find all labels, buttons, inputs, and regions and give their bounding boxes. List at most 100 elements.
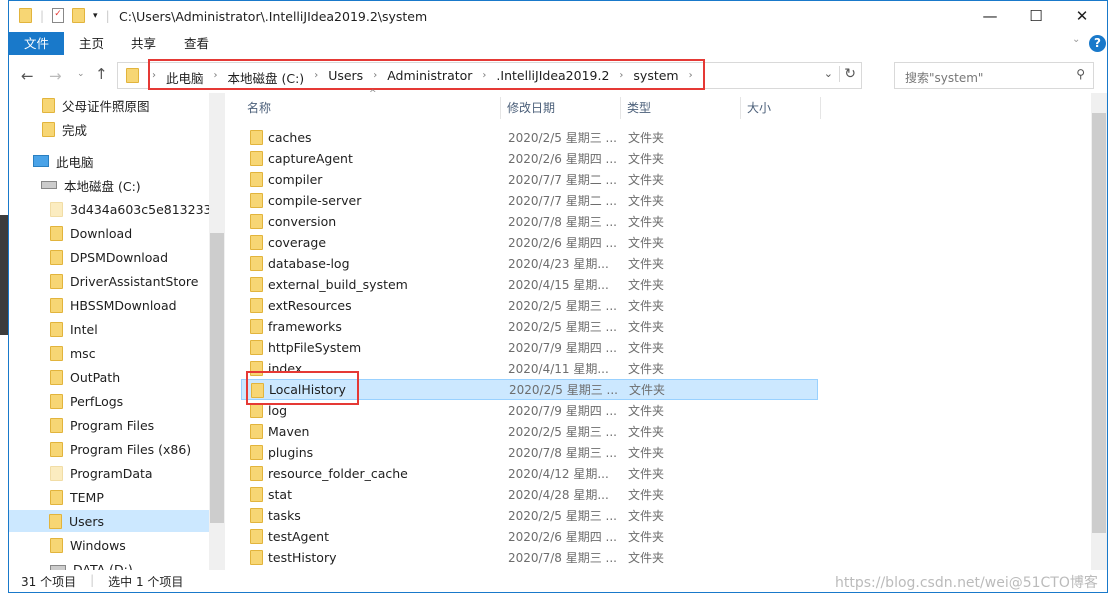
nav-item[interactable]: Download [50,222,132,244]
folder-icon [250,529,263,544]
file-row[interactable]: captureAgent 2020/2/6 星期四 ... 文件夹 [241,148,818,169]
refresh-icon[interactable]: ↻ [839,66,856,82]
nav-item[interactable]: Intel [50,318,98,340]
nav-scrollbar[interactable] [209,93,225,570]
file-row[interactable]: coverage 2020/2/6 星期四 ... 文件夹 [241,232,818,253]
folder-icon [50,345,63,361]
file-row[interactable]: compile-server 2020/7/7 星期二 ... 文件夹 [241,190,818,211]
file-row[interactable]: database-log 2020/4/23 星期... 文件夹 [241,253,818,274]
nav-item[interactable]: OutPath [50,366,120,388]
file-type: 文件夹 [628,152,665,166]
back-button[interactable]: ← [21,67,34,85]
file-row[interactable]: plugins 2020/7/8 星期三 ... 文件夹 [241,442,818,463]
nav-item-label: 父母证件照原图 [62,98,150,114]
nav-item[interactable]: ProgramData [50,462,153,484]
nav-item[interactable]: 父母证件照原图 [42,94,150,116]
file-type: 文件夹 [628,551,665,565]
tab-view[interactable]: 查看 [184,32,209,55]
drive-icon [50,565,66,570]
file-list: 名称 ^ 修改日期 类型 大小 caches 2020/2/5 星期三 ... … [233,89,1091,570]
nav-item[interactable]: 3d434a603c5e813233e1 [50,198,225,220]
folder-icon [250,403,263,418]
address-dropdown-icon[interactable]: ⌄ [824,67,833,80]
file-list-scrollbar[interactable] [1091,93,1107,570]
file-type: 文件夹 [628,278,665,292]
search-icon: ⚲ [1076,67,1085,81]
file-date: 2020/4/28 星期... [508,488,609,502]
folder-icon [250,445,263,460]
nav-item[interactable]: DriverAssistantStore [50,270,198,292]
forward-button[interactable]: → [49,67,62,85]
file-row[interactable]: stat 2020/4/28 星期... 文件夹 [241,484,818,505]
column-date[interactable]: 修改日期 [501,97,621,119]
file-row[interactable]: conversion 2020/7/8 星期三 ... 文件夹 [241,211,818,232]
folder-icon [50,297,63,313]
folder-icon [50,537,63,553]
file-row[interactable]: Maven 2020/2/5 星期三 ... 文件夹 [241,421,818,442]
search-input[interactable]: 搜索"system" ⚲ [894,62,1094,89]
nav-item[interactable]: 完成 [42,118,87,140]
expand-ribbon-icon[interactable]: ⌄ [1072,34,1080,45]
help-icon[interactable]: ? [1089,35,1106,52]
explorer-window: | ✓ ▾ | C:\Users\Administrator\.IntelliJ… [8,0,1108,593]
sort-ascending-icon: ^ [369,89,377,99]
minimize-button[interactable]: — [967,1,1013,31]
nav-item[interactable]: Windows [50,534,126,556]
maximize-button[interactable]: ☐ [1013,1,1059,31]
file-row[interactable]: testHistory 2020/7/8 星期三 ... 文件夹 [241,547,818,568]
file-row[interactable]: tasks 2020/2/5 星期三 ... 文件夹 [241,505,818,526]
file-row[interactable]: external_build_system 2020/4/15 星期... 文件… [241,274,818,295]
properties-icon[interactable]: ✓ [52,8,65,23]
nav-item[interactable]: Program Files [50,414,154,436]
nav-item[interactable]: DPSMDownload [50,246,168,268]
nav-item[interactable]: DATA (D:) [50,558,133,570]
nav-item[interactable]: msc [50,342,96,364]
file-name: compiler [268,172,323,187]
status-bar: 31 个项目 | 选中 1 个项目 [21,573,184,589]
file-row[interactable]: extResources 2020/2/5 星期三 ... 文件夹 [241,295,818,316]
folder-icon [250,319,263,334]
column-name[interactable]: 名称 [241,97,501,119]
folder-icon [250,508,263,523]
nav-item[interactable]: Users [9,510,209,532]
file-type: 文件夹 [628,257,665,271]
nav-item-label: DATA (D:) [73,561,133,571]
nav-item-label: Intel [70,321,98,337]
file-type: 文件夹 [628,509,665,523]
file-row[interactable]: compiler 2020/7/7 星期二 ... 文件夹 [241,169,818,190]
file-row[interactable]: frameworks 2020/2/5 星期三 ... 文件夹 [241,316,818,337]
nav-item[interactable]: 此电脑 [33,150,94,172]
file-row[interactable]: httpFileSystem 2020/7/9 星期四 ... 文件夹 [241,337,818,358]
nav-item[interactable]: Program Files (x86) [50,438,191,460]
nav-item[interactable]: HBSSMDownload [50,294,177,316]
folder-icon [250,256,263,271]
file-row[interactable]: resource_folder_cache 2020/4/12 星期... 文件… [241,463,818,484]
folder-icon [50,321,63,337]
folder-icon [50,369,63,385]
new-folder-icon[interactable] [72,8,86,23]
close-button[interactable]: ✕ [1059,1,1105,31]
column-type[interactable]: 类型 [621,97,741,119]
file-name: stat [268,487,292,502]
customize-toolbar-icon[interactable]: ▾ [93,11,98,21]
column-size[interactable]: 大小 [741,97,821,119]
tab-share[interactable]: 共享 [131,32,156,55]
file-row[interactable]: testAgent 2020/2/6 星期四 ... 文件夹 [241,526,818,547]
folder-icon [250,151,263,166]
up-button[interactable]: ↑ [95,65,108,83]
file-date: 2020/7/8 星期三 ... [508,215,617,229]
tab-file[interactable]: 文件 [9,32,64,55]
nav-item[interactable]: 本地磁盘 (C:) [41,174,141,196]
file-date: 2020/4/11 星期... [508,362,609,376]
folder-icon [250,487,263,502]
nav-item[interactable]: PerfLogs [50,390,123,412]
tab-home[interactable]: 主页 [79,32,104,55]
recent-locations-icon[interactable]: ⌄ [77,69,85,79]
file-name: resource_folder_cache [268,466,408,481]
folder-icon [50,201,63,217]
file-row[interactable]: caches 2020/2/5 星期三 ... 文件夹 [241,127,818,148]
nav-item[interactable]: TEMP [50,486,104,508]
file-date: 2020/7/9 星期四 ... [508,341,617,355]
folder-icon [19,8,32,23]
file-type: 文件夹 [628,320,665,334]
